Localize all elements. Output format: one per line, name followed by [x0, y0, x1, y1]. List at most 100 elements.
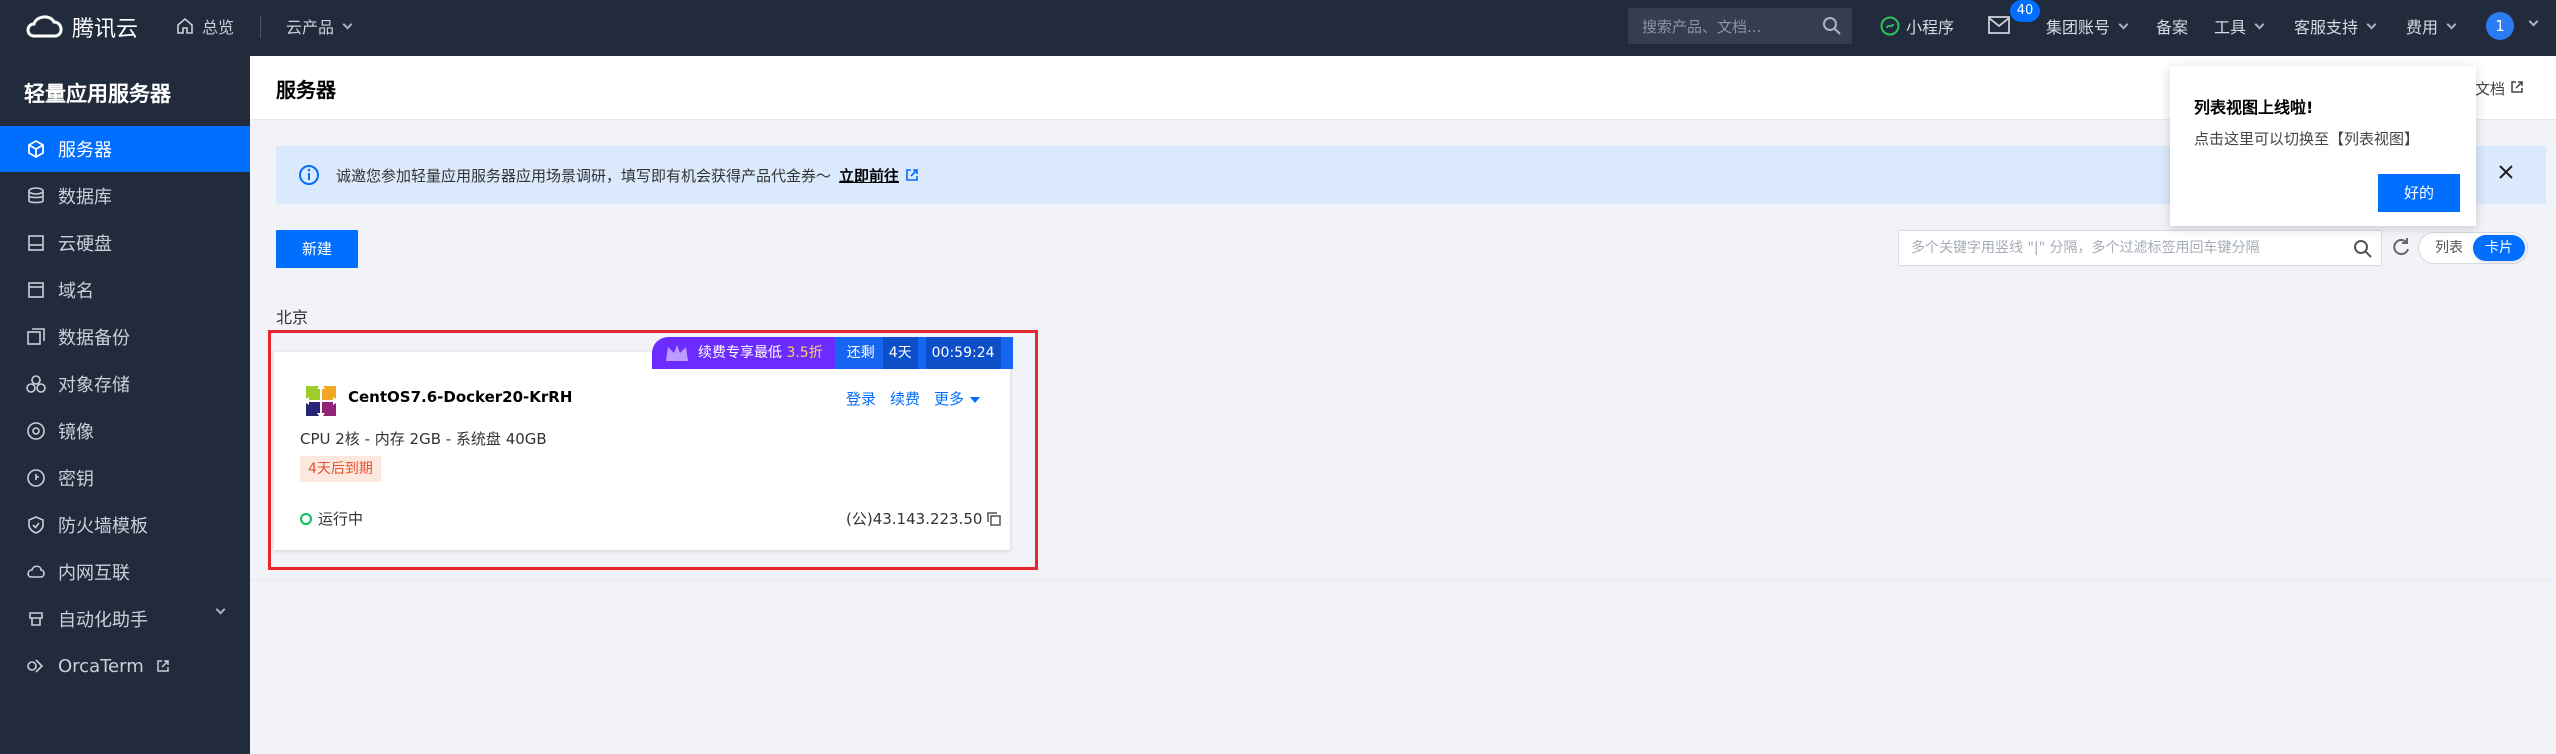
- close-icon[interactable]: [2496, 162, 2516, 182]
- status-running-icon: [300, 512, 312, 525]
- sidebar-item-label: 对象存储: [58, 375, 130, 396]
- sidebar-item-image[interactable]: 镜像: [0, 408, 250, 454]
- refresh-icon[interactable]: [2390, 236, 2412, 258]
- sidebar-item-servers[interactable]: 服务器: [0, 126, 250, 172]
- notice-link[interactable]: 立即前往: [839, 165, 899, 186]
- nav-tools-menu[interactable]: 工具: [2214, 14, 2265, 38]
- sidebar-item-firewall-template[interactable]: 防火墙模板: [0, 502, 250, 548]
- external-link-icon: [156, 660, 169, 672]
- info-icon: [299, 165, 319, 185]
- brand-name: 腾讯云: [72, 17, 139, 42]
- sidebar-item-backup[interactable]: 数据备份: [0, 314, 250, 360]
- chevron-down-icon: [2446, 19, 2457, 29]
- sidebar: 轻量应用服务器 服务器 数据库 云硬盘 域名 数据备份 对象存储 镜像 密钥 防…: [0, 56, 250, 754]
- login-link[interactable]: 登录: [846, 388, 876, 409]
- sidebar-item-label: 内网互联: [58, 563, 130, 584]
- sidebar-item-object-storage[interactable]: 对象存储: [0, 361, 250, 407]
- user-avatar[interactable]: 1: [2486, 12, 2514, 40]
- tooltip-title: 列表视图上线啦!: [2194, 98, 2314, 117]
- promo-label: 续费专享最低: [698, 345, 782, 361]
- chevron-down-icon: [342, 19, 353, 29]
- new-server-button[interactable]: 新建: [276, 230, 358, 268]
- chevron-down-icon[interactable]: [2528, 16, 2539, 27]
- sidebar-item-orcaterm[interactable]: OrcaTerm: [0, 643, 250, 689]
- search-icon[interactable]: [1822, 16, 1842, 36]
- server-name[interactable]: CentOS7.6-Docker20-KrRH: [348, 388, 572, 406]
- status-label: 运行中: [318, 510, 364, 528]
- domain-icon: [28, 282, 44, 298]
- billing-label: 费用: [2406, 18, 2439, 37]
- server-actions: 登录 续费 更多: [846, 388, 981, 409]
- chevron-down-icon: [2254, 19, 2265, 29]
- sidebar-item-label: 镜像: [58, 422, 94, 443]
- tooltip-text: 点击这里可以切换至【列表视图】: [2194, 130, 2420, 148]
- nav-mini-program[interactable]: 小程序: [1880, 14, 1954, 38]
- support-label: 客服支持: [2294, 18, 2359, 37]
- mail-icon[interactable]: [1988, 16, 2010, 34]
- promo-days: 4天: [882, 337, 918, 369]
- chevron-down-icon[interactable]: [215, 604, 226, 615]
- public-ip: (公)43.143.223.50: [846, 508, 1002, 529]
- sidebar-item-automation[interactable]: 自动化助手: [0, 596, 250, 642]
- nav-account-menu[interactable]: 集团账号: [2046, 14, 2129, 38]
- sidebar-item-intranet[interactable]: 内网互联: [0, 549, 250, 595]
- brand-logo[interactable]: 腾讯云: [24, 10, 138, 44]
- sidebar-item-database[interactable]: 数据库: [0, 173, 250, 219]
- server-card[interactable]: CentOS7.6-Docker20-KrRH 登录 续费 更多 CPU 2核 …: [274, 352, 1010, 550]
- promo-countdown: 还剩 4天 00:59:24: [834, 337, 1013, 369]
- nav-divider: [260, 16, 261, 38]
- renewal-promo-banner[interactable]: 续费专享最低 3.5折 还剩 4天 00:59:24: [652, 337, 1013, 369]
- storage-icon: [26, 375, 46, 393]
- server-spec: CPU 2核 - 内存 2GB - 系统盘 40GB: [300, 430, 547, 448]
- database-icon: [28, 187, 44, 204]
- sidebar-title: 轻量应用服务器: [24, 82, 171, 106]
- card-view-option[interactable]: 卡片: [2473, 235, 2525, 261]
- more-menu[interactable]: 更多: [934, 388, 981, 409]
- promo-discount: 续费专享最低 3.5折: [652, 337, 835, 369]
- sidebar-item-domain[interactable]: 域名: [0, 267, 250, 313]
- filter-search-input[interactable]: 多个关键字用竖线 "|" 分隔，多个过滤标签用回车键分隔: [1898, 230, 2382, 266]
- nav-support-menu[interactable]: 客服支持: [2294, 14, 2377, 38]
- copy-icon[interactable]: [986, 511, 1002, 527]
- nav-products-menu[interactable]: 云产品: [286, 14, 353, 38]
- nav-home[interactable]: 总览: [176, 14, 234, 38]
- ip-label: (公)43.143.223.50: [846, 510, 983, 528]
- backup-icon: [27, 328, 45, 345]
- image-icon: [27, 422, 45, 440]
- mini-program-icon: [1880, 16, 1900, 36]
- sidebar-item-cloud-disk[interactable]: 云硬盘: [0, 220, 250, 266]
- expire-badge: 4天后到期: [300, 456, 381, 482]
- page-title: 服务器: [276, 78, 336, 102]
- key-icon: [27, 469, 45, 487]
- nav-home-label: 总览: [202, 18, 235, 37]
- sidebar-item-label: 密钥: [58, 469, 94, 490]
- sidebar-item-label: OrcaTerm: [58, 655, 144, 677]
- nav-products-label: 云产品: [286, 18, 335, 37]
- crown-icon: [666, 345, 688, 361]
- nav-beian[interactable]: 备案: [2156, 14, 2188, 38]
- search-icon[interactable]: [2353, 239, 2373, 259]
- content-divider: [250, 580, 2556, 581]
- promo-remaining-label: 还剩: [846, 345, 875, 361]
- list-view-option[interactable]: 列表: [2423, 235, 2475, 261]
- centos-logo-icon: [303, 383, 339, 419]
- global-search-input[interactable]: 搜索产品、文档...: [1628, 8, 1852, 44]
- sidebar-item-label: 自动化助手: [58, 610, 148, 631]
- renew-link[interactable]: 续费: [890, 388, 920, 409]
- disk-icon: [28, 235, 44, 251]
- account-label: 集团账号: [2046, 18, 2111, 37]
- more-label: 更多: [934, 390, 965, 408]
- sidebar-item-label: 服务器: [58, 140, 112, 161]
- top-navigation-bar: 腾讯云 总览 云产品 搜索产品、文档... 小程序 40 集团账号 备案 工具 …: [0, 0, 2556, 56]
- tools-label: 工具: [2214, 18, 2247, 37]
- nav-billing-menu[interactable]: 费用: [2406, 14, 2457, 38]
- sidebar-item-key[interactable]: 密钥: [0, 455, 250, 501]
- mail-count-badge: 40: [2010, 0, 2040, 22]
- search-placeholder: 搜索产品、文档...: [1642, 17, 1762, 36]
- promo-discount-value: 3.5折: [786, 345, 823, 361]
- view-toggle: 列表 卡片: [2418, 232, 2528, 264]
- external-link-icon: [906, 169, 918, 181]
- cloud-logo-icon: [26, 15, 63, 38]
- shield-icon: [28, 516, 44, 534]
- tooltip-ok-button[interactable]: 好的: [2378, 174, 2460, 212]
